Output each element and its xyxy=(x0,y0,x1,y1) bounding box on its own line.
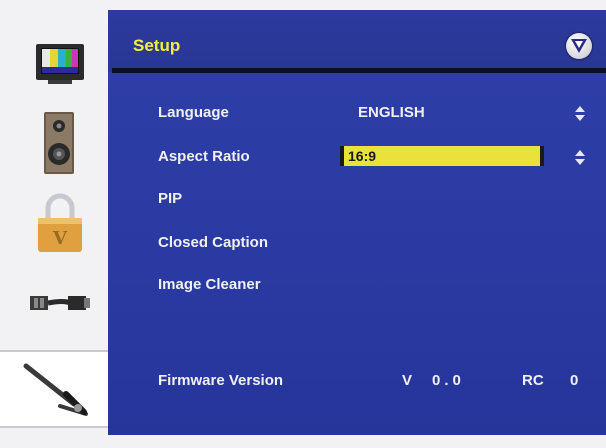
padlock-icon: V xyxy=(38,193,82,252)
aspect-ratio-label[interactable]: Aspect Ratio xyxy=(158,148,250,165)
svg-text:V: V xyxy=(52,228,68,249)
image-cleaner-label[interactable]: Image Cleaner xyxy=(158,276,261,293)
speaker-icon xyxy=(44,112,74,174)
title-bar xyxy=(108,10,606,72)
sidebar-item-parental[interactable]: V xyxy=(8,184,104,258)
firmware-version: 0.0 xyxy=(432,372,465,389)
firmware-rc-label: RC xyxy=(522,372,544,389)
category-sidebar: V xyxy=(0,18,108,438)
title-divider xyxy=(112,68,606,73)
firmware-v-label: V xyxy=(402,372,413,389)
sidebar-item-input[interactable] xyxy=(8,262,104,336)
sidebar-item-audio[interactable] xyxy=(8,106,104,180)
language-label[interactable]: Language xyxy=(158,104,229,121)
brand-logo-icon xyxy=(566,33,592,59)
aspect-ratio-updown-icon[interactable] xyxy=(575,150,585,166)
page-title: Setup xyxy=(133,36,181,55)
tv-picture-icon xyxy=(36,44,84,84)
firmware-rc-value: 0 xyxy=(570,372,579,389)
cable-connector-icon xyxy=(30,296,90,310)
language-updown-icon[interactable] xyxy=(575,106,585,122)
closed-caption-label[interactable]: Closed Caption xyxy=(158,234,268,251)
sidebar-item-picture[interactable] xyxy=(8,30,104,104)
language-value[interactable]: ENGLISH xyxy=(358,104,425,121)
sidebar-item-setup[interactable] xyxy=(0,350,108,428)
aspect-ratio-value[interactable]: 16:9 xyxy=(348,148,376,164)
pip-label[interactable]: PIP xyxy=(158,190,182,207)
tools-icon xyxy=(23,363,88,416)
firmware-label: Firmware Version xyxy=(158,372,284,389)
